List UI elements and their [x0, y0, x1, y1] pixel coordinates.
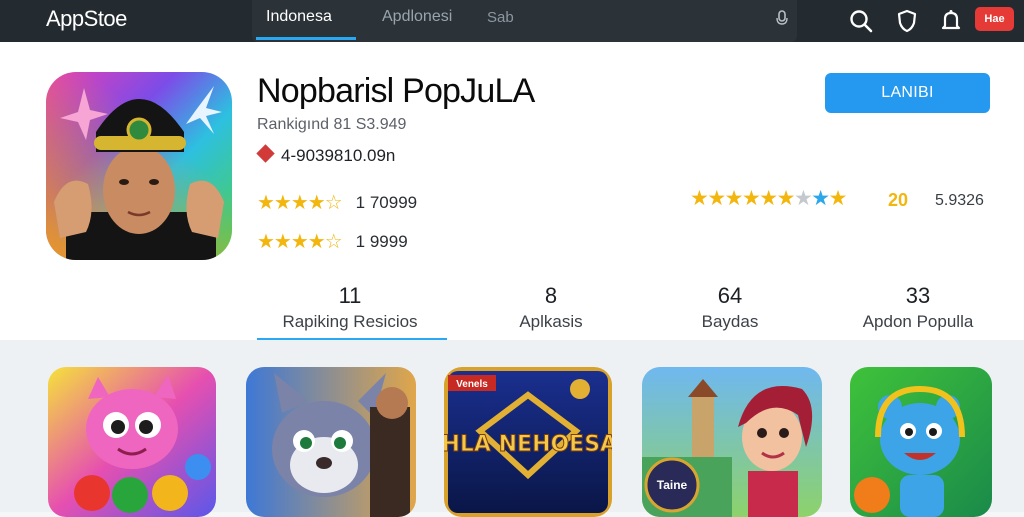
store-logo[interactable]: AppStoe	[46, 6, 127, 32]
mic-icon[interactable]	[776, 10, 788, 31]
stat-value: 33	[905, 283, 931, 308]
tab-indonesia[interactable]: Indonesa	[266, 8, 332, 26]
shield-icon[interactable]	[894, 8, 920, 34]
star-rating-icon: ★★★★☆	[257, 192, 343, 214]
rating-count-2: 1 9999	[355, 232, 408, 251]
rating-row-2: ★★★★☆ 1 9999	[257, 229, 408, 254]
price-tag-icon	[256, 144, 275, 163]
top-bar: AppStoe Indonesa Apdlonesi Sab Hae	[0, 0, 1024, 42]
gallery-thumb-2[interactable]	[246, 367, 416, 517]
notification-badge[interactable]: Hae	[975, 7, 1014, 31]
stat-popular[interactable]: 33 Apdon Populla	[818, 283, 1018, 332]
rating-row-1: ★★★★☆ 1 70999	[257, 190, 417, 215]
app-title: Nopbarisl PopJuLA	[257, 72, 535, 110]
stat-label: Aplkasis	[519, 312, 583, 331]
nav-tabs: Indonesa Apdlonesi Sab	[252, 0, 797, 42]
stat-value: 8	[544, 283, 558, 308]
star-rating-icon: ★★★★☆	[257, 231, 343, 253]
gallery-thumb-5[interactable]	[850, 367, 992, 517]
install-button[interactable]: LANIBI	[825, 73, 990, 113]
stat-value: 64	[717, 283, 743, 308]
stat-days[interactable]: 64 Baydas	[630, 283, 830, 332]
bell-icon[interactable]	[938, 8, 964, 34]
search-icon[interactable]	[848, 8, 874, 34]
active-tab-indicator	[256, 37, 356, 40]
price-value: 4-9039810.09n	[281, 146, 396, 165]
thumb-3-banner: Venels	[456, 379, 488, 390]
stat-label: Baydas	[701, 312, 759, 331]
stat-ranking[interactable]: 11 Rapiking Resicios	[250, 283, 450, 332]
search-input[interactable]: Sab	[487, 9, 514, 26]
stat-label: Apdon Populla	[862, 312, 974, 331]
stat-value: 11	[338, 283, 362, 308]
thumb-3-title: NHLA NEHOESAS	[444, 432, 612, 457]
stat-label: Rapiking Resicios	[282, 312, 418, 331]
gallery-thumb-4[interactable]: Taine	[642, 367, 822, 517]
stat-apps[interactable]: 8 Aplkasis	[451, 283, 651, 332]
price-row: 4-9039810.09n	[256, 144, 396, 166]
app-icon[interactable]	[46, 72, 232, 260]
gallery-thumb-1[interactable]	[48, 367, 216, 517]
app-subtitle: Rankigınd 81 S3.949	[257, 116, 407, 133]
overall-star-rating: ★★★★★★★★★	[690, 187, 847, 210]
thumb-4-label: Taine	[657, 478, 688, 492]
tab-secondary[interactable]: Apdlonesi	[382, 8, 452, 26]
gallery-thumb-3[interactable]: NHLA NEHOESAS Venels	[444, 367, 612, 517]
score-value: 20	[888, 190, 909, 210]
rating-count-1: 1 70999	[355, 193, 418, 212]
score-count: 5.9326	[935, 192, 984, 209]
